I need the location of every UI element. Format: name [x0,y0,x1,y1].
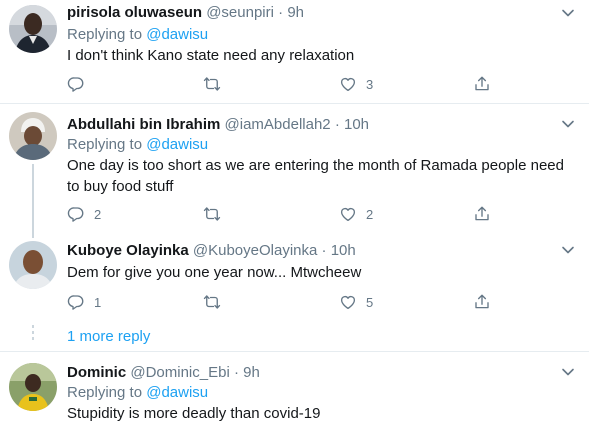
tweet-header: pirisola oluwaseun @seunpiri · 9h [67,4,304,22]
author-name[interactable]: Dominic [67,364,126,381]
retweet-button[interactable] [203,292,230,312]
replying-to-link[interactable]: @dawisu [146,26,208,43]
replying-to-link[interactable]: @dawisu [146,384,208,401]
replying-to: Replying to @dawisu [67,136,208,154]
share-icon [473,205,491,223]
reply-count: 1 [94,294,102,310]
replying-prefix: Replying to [67,384,143,401]
tweet-text: Stupidity is more deadly than covid-19 [67,405,321,422]
heart-icon [339,293,357,311]
tweet-3[interactable]: Kuboye Olayinka @KuboyeOlayinka · 10h De… [0,230,589,320]
chevron-down-icon[interactable] [561,119,575,129]
like-button[interactable]: 3 [339,74,373,94]
thread-line [32,164,34,230]
reply-button[interactable]: 2 [67,204,101,224]
share-icon [473,293,491,311]
author-handle[interactable]: @seunpiri [206,4,274,21]
separator-dot: · [233,364,239,381]
replying-to-link[interactable]: @dawisu [146,136,208,153]
timestamp[interactable]: 9h [287,4,304,21]
share-button[interactable] [473,74,491,94]
retweet-icon [203,205,221,223]
retweet-button[interactable] [203,74,230,94]
like-button[interactable]: 2 [339,204,373,224]
chevron-down-icon[interactable] [561,8,575,18]
more-replies-dots [32,325,34,343]
tweet-header: Abdullahi bin Ibrahim @iamAbdellah2 · 10… [67,116,369,134]
replying-prefix: Replying to [67,136,143,153]
avatar[interactable] [9,241,57,289]
share-button[interactable] [473,292,491,312]
tweet-text: I don't think Kano state need any relaxa… [67,47,355,64]
replying-to: Replying to @dawisu [67,384,208,402]
tweet-text: One day is too short as we are entering … [67,157,564,195]
reply-button[interactable] [67,74,94,94]
chevron-down-icon[interactable] [561,367,575,377]
avatar[interactable] [9,112,57,160]
author-handle[interactable]: @Dominic_Ebi [130,364,229,381]
tweet-2[interactable]: Abdullahi bin Ibrahim @iamAbdellah2 · 10… [0,104,589,230]
author-handle[interactable]: @iamAbdellah2 [225,116,331,133]
avatar[interactable] [9,5,57,53]
replying-prefix: Replying to [67,26,143,43]
tweet-header: Dominic @Dominic_Ebi · 9h [67,364,260,382]
timestamp[interactable]: 9h [243,364,260,381]
share-button[interactable] [473,204,491,224]
share-icon [473,75,491,93]
avatar[interactable] [9,363,57,411]
separator-dot: · [334,116,340,133]
retweet-button[interactable] [203,204,230,224]
author-name[interactable]: Kuboye Olayinka [67,242,189,259]
like-count: 5 [366,294,374,310]
timestamp[interactable]: 10h [344,116,369,133]
reply-icon [67,205,85,223]
reply-icon [67,75,85,93]
tweet-text: Dem for give you one year now... Mtwchee… [67,264,362,281]
heart-icon [339,205,357,223]
chevron-down-icon[interactable] [561,245,575,255]
retweet-icon [203,75,221,93]
reply-count: 2 [94,206,102,222]
timestamp[interactable]: 10h [331,242,356,259]
show-more-replies-link[interactable]: 1 more reply [67,328,150,346]
replying-to: Replying to @dawisu [67,26,208,44]
separator-dot: · [321,242,327,259]
author-handle[interactable]: @KuboyeOlayinka [193,242,317,259]
tweet-1[interactable]: pirisola oluwaseun @seunpiri · 9h Replyi… [0,0,589,103]
author-name[interactable]: pirisola oluwaseun [67,4,202,21]
separator-dot: · [278,4,284,21]
heart-icon [339,75,357,93]
retweet-icon [203,293,221,311]
tweet-header: Kuboye Olayinka @KuboyeOlayinka · 10h [67,242,356,260]
like-count: 3 [366,76,374,92]
like-button[interactable]: 5 [339,292,373,312]
thread-line [32,230,34,238]
reply-button[interactable]: 1 [67,292,101,312]
like-count: 2 [366,206,374,222]
reply-icon [67,293,85,311]
author-name[interactable]: Abdullahi bin Ibrahim [67,116,220,133]
tweet-4[interactable]: Dominic @Dominic_Ebi · 9h Replying to @d… [0,352,589,434]
